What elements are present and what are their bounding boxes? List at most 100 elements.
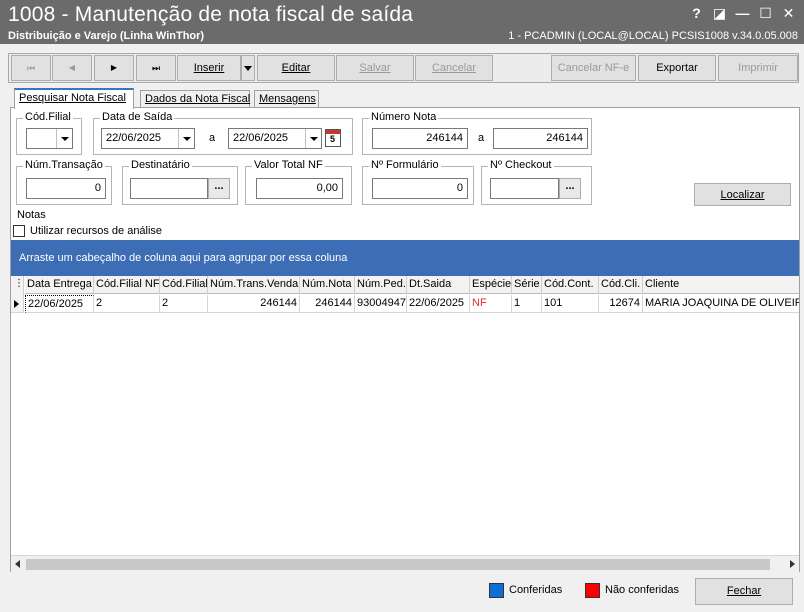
table-cell[interactable]: NF [470,295,512,313]
conferidas-label: Conferidas [509,584,563,596]
table-cell[interactable]: 12674 [599,295,643,313]
table-cell[interactable]: 22/06/2025 [25,295,94,313]
salvar-button[interactable]: Salvar [336,55,414,81]
column-header-cod-filial-nf[interactable]: Cód.Filial NF [94,276,160,294]
column-header-cliente[interactable]: Cliente [643,276,799,294]
fechar-button[interactable]: Fechar [695,578,793,605]
title-bar: 1008 - Manutenção de nota fiscal de saíd… [0,0,804,44]
prev-record-button[interactable]: ◀ [52,55,92,81]
footer: Conferidas Não conferidas Fechar [0,574,804,612]
scrollbar-thumb[interactable] [26,559,770,570]
localizar-button[interactable]: Localizar [694,183,791,206]
column-header-serie[interactable]: Série [512,276,542,294]
minimize-icon[interactable]: — [731,3,754,23]
analise-checkbox-label: Utilizar recursos de análise [30,225,163,237]
data-saida-label: Data de Saída [100,111,175,123]
data-saida-separator: a [209,132,216,144]
data-saida-to-field[interactable]: 22/06/2025 [228,128,322,149]
num-transacao-group: Núm.Transação 0 [16,159,112,205]
calendar-day: 5 [330,134,336,144]
editar-button[interactable]: Editar [257,55,335,81]
chevron-down-icon [244,65,252,71]
horizontal-scrollbar[interactable] [11,555,799,572]
num-checkout-search-button[interactable]: ... [559,178,581,199]
column-header-data-entrega[interactable]: Data Entrega [25,276,94,294]
column-chooser-icon[interactable]: ⋮ [11,276,24,295]
table-cell[interactable]: 22/06/2025 [407,295,470,313]
numero-nota-to-field[interactable]: 246144 [493,128,588,149]
table-cell[interactable]: 101 [542,295,599,313]
column-header-num-nota[interactable]: Núm.Nota [300,276,355,294]
close-icon[interactable]: ✕ [777,3,800,23]
first-record-button[interactable]: ⏮ [11,55,51,81]
inserir-button[interactable]: Inserir [177,55,241,81]
notas-grid: ⋮ Data Entrega Cód.Filial NF Cód.Filial … [11,276,799,572]
data-saida-group: Data de Saída 22/06/2025 a 22/06/2025 5 [93,111,353,155]
column-header-cod-filial[interactable]: Cód.Filial [160,276,208,294]
numero-nota-group: Número Nota 246144 a 246144 [362,111,592,155]
tab-label: Pesquisar Nota Fiscal [19,92,126,104]
num-transacao-field[interactable]: 0 [26,178,106,199]
tab-dados-da-nota-fiscal[interactable]: Dados da Nota Fiscal [140,90,250,108]
group-by-panel[interactable]: Arraste um cabeçalho de coluna aqui para… [11,240,799,276]
last-record-button[interactable]: ⏭ [136,55,176,81]
data-saida-from-value: 22/06/2025 [106,132,162,144]
num-checkout-label: Nº Checkout [488,159,554,171]
tab-label: Dados da Nota Fiscal [145,93,251,105]
help-icon[interactable]: ? [685,3,708,23]
table-cell[interactable]: 2 [94,295,160,313]
analise-checkbox[interactable] [13,225,25,237]
cancelar-nfe-button[interactable]: Cancelar NF-e [551,55,636,81]
column-header-dt-saida[interactable]: Dt.Saida [407,276,470,294]
chevron-down-icon[interactable] [305,129,321,148]
num-formulario-group: Nº Formulário 0 [362,159,474,205]
destinatario-field[interactable] [130,178,208,199]
cancelar-button[interactable]: Cancelar [415,55,493,81]
calendar-icon[interactable]: 5 [325,129,341,147]
restore-layout-icon[interactable]: ◪ [708,3,731,23]
localizar-label: Localizar [720,189,765,201]
cod-filial-group: Cód.Filial [16,111,82,155]
window-controls: ? ◪ — ☐ ✕ [685,3,800,23]
column-header-especie[interactable]: Espécie [470,276,512,294]
column-header-num-ped[interactable]: Núm.Ped. [355,276,407,294]
inserir-dropdown-button[interactable] [241,55,255,81]
tab-mensagens[interactable]: Mensagens [254,90,319,108]
valor-total-group: Valor Total NF 0,00 [245,159,352,205]
tab-label: Mensagens [259,93,316,105]
table-cell[interactable]: 2 [160,295,208,313]
data-saida-from-field[interactable]: 22/06/2025 [101,128,195,149]
num-checkout-field[interactable] [490,178,559,199]
num-formulario-field[interactable]: 0 [372,178,468,199]
row-indicator[interactable] [11,295,24,313]
table-cell[interactable]: MARIA JOAQUINA DE OLIVEIRA [643,295,799,313]
valor-total-field[interactable]: 0,00 [256,178,343,199]
fechar-label: Fechar [726,585,762,597]
data-saida-to-value: 22/06/2025 [233,132,289,144]
tab-pesquisar-nota-fiscal[interactable]: Pesquisar Nota Fiscal [14,88,134,109]
chevron-down-icon[interactable] [178,129,194,148]
imprimir-button[interactable]: Imprimir [718,55,798,81]
scroll-left-icon[interactable] [15,560,20,568]
cod-filial-select[interactable] [26,128,73,149]
numero-nota-from-field[interactable]: 246144 [372,128,468,149]
cancelar-label: Cancelar [431,62,477,74]
window-subtitle: Distribuição e Varejo (Linha WinThor) [8,30,205,42]
column-header-num-trans-venda[interactable]: Núm.Trans.Venda [208,276,300,294]
destinatario-search-button[interactable]: ... [208,178,230,199]
column-header-cod-cont[interactable]: Cód.Cont. [542,276,599,294]
num-transacao-label: Núm.Transação [23,159,105,171]
exportar-button[interactable]: Exportar [638,55,716,81]
table-cell[interactable]: 93004947 [355,295,407,313]
chevron-down-icon[interactable] [56,129,72,148]
table-cell[interactable]: 1 [512,295,542,313]
table-cell[interactable]: 246144 [300,295,355,313]
window-title: 1008 - Manutenção de nota fiscal de saíd… [8,3,414,26]
maximize-icon[interactable]: ☐ [754,3,777,23]
editar-label: Editar [281,62,311,74]
column-header-cod-cli[interactable]: Cód.Cli. [599,276,643,294]
table-cell[interactable]: 246144 [208,295,300,313]
numero-nota-label: Número Nota [369,111,439,123]
next-record-button[interactable]: ▶ [94,55,134,81]
scroll-right-icon[interactable] [790,560,795,568]
